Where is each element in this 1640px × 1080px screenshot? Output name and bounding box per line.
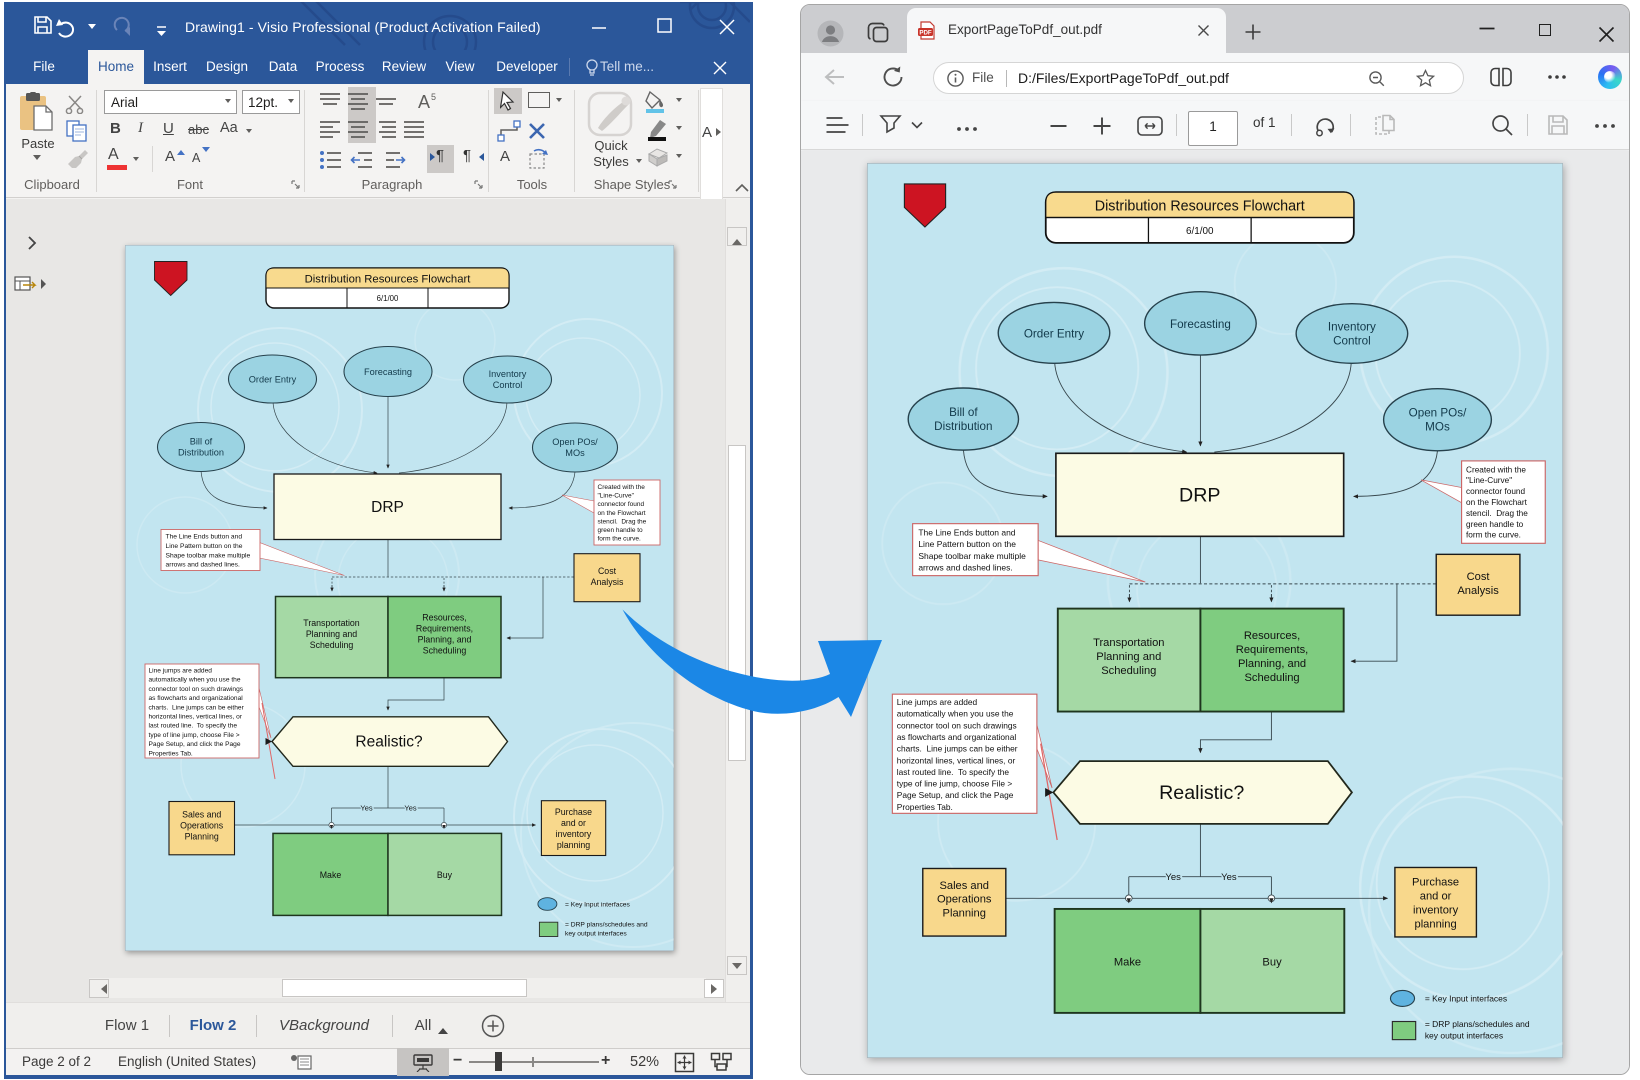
svg-text:A: A (418, 92, 430, 112)
svg-text:PDF: PDF (919, 29, 932, 36)
svg-text:5: 5 (431, 92, 436, 102)
